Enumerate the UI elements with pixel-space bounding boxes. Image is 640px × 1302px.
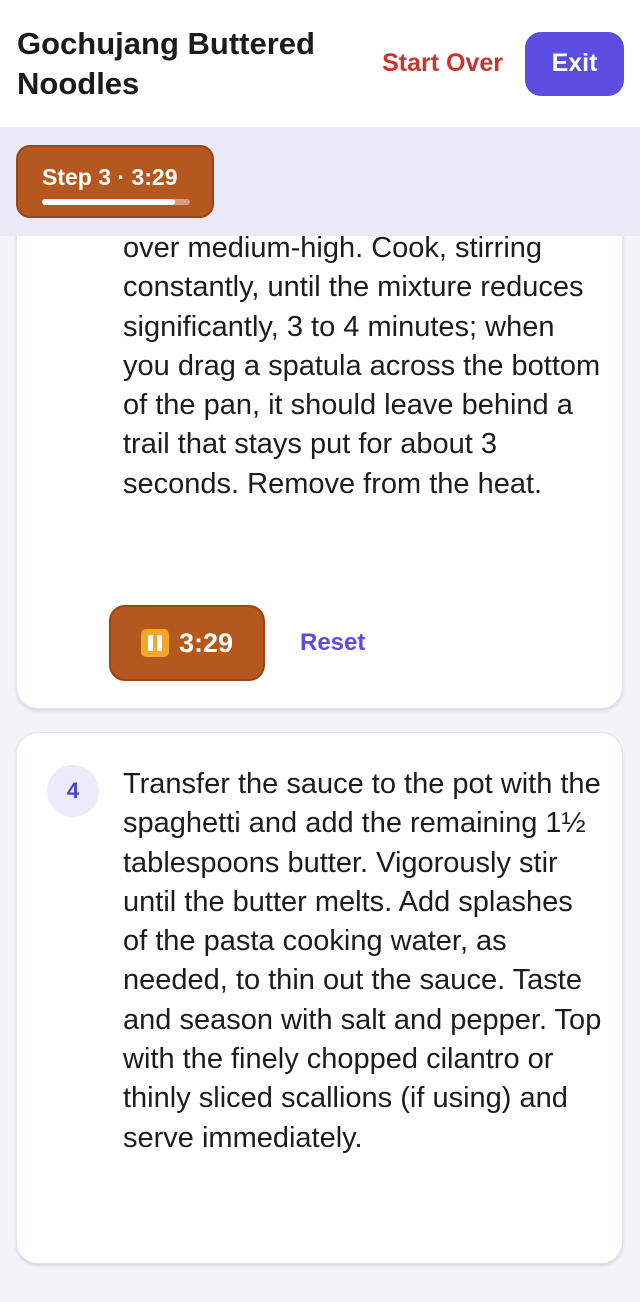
step-status-bar: Step 3 · 3:29	[0, 127, 640, 236]
timer-reset-button[interactable]: Reset	[300, 629, 365, 657]
step-card-4: 4 Transfer the sauce to the pot with the…	[16, 732, 623, 1264]
step-progress-track	[42, 199, 190, 205]
header-actions: Start Over Exit	[382, 31, 624, 96]
timer-pause-button[interactable]: 3:29	[109, 605, 265, 681]
step-progress-fill	[42, 199, 176, 205]
app-header: Gochujang Buttered Noodles Start Over Ex…	[0, 0, 640, 127]
timer-value: 3:29	[178, 627, 234, 658]
start-over-button[interactable]: Start Over	[382, 49, 503, 78]
step-4-text: Transfer the sauce to the pot with the s…	[123, 768, 602, 1154]
pause-icon	[140, 629, 169, 657]
current-step-label: Step 3 · 3:29	[42, 164, 178, 190]
cook-mode-screen: over medium-high. Cook, stirring constan…	[0, 0, 640, 1302]
recipe-title: Gochujang Buttered Noodles	[17, 25, 315, 101]
step-number-badge: 4	[47, 765, 99, 817]
step-3-text: over medium-high. Cook, stirring constan…	[123, 232, 601, 500]
current-step-pill[interactable]: Step 3 · 3:29	[16, 145, 214, 218]
exit-button[interactable]: Exit	[525, 31, 624, 96]
